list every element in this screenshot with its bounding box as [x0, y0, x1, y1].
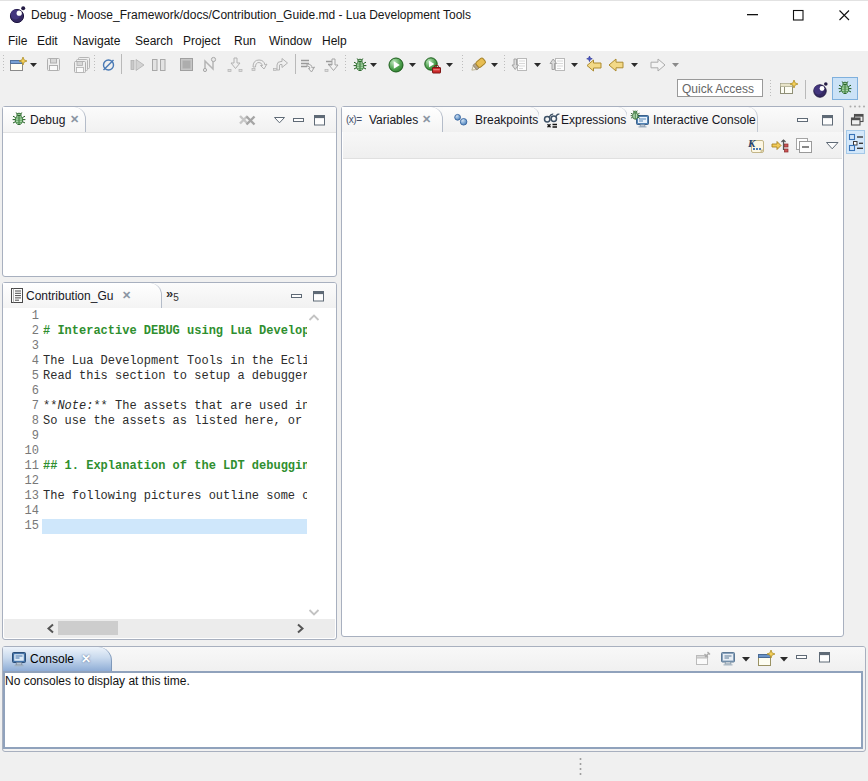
svg-text:K: K [747, 137, 756, 149]
